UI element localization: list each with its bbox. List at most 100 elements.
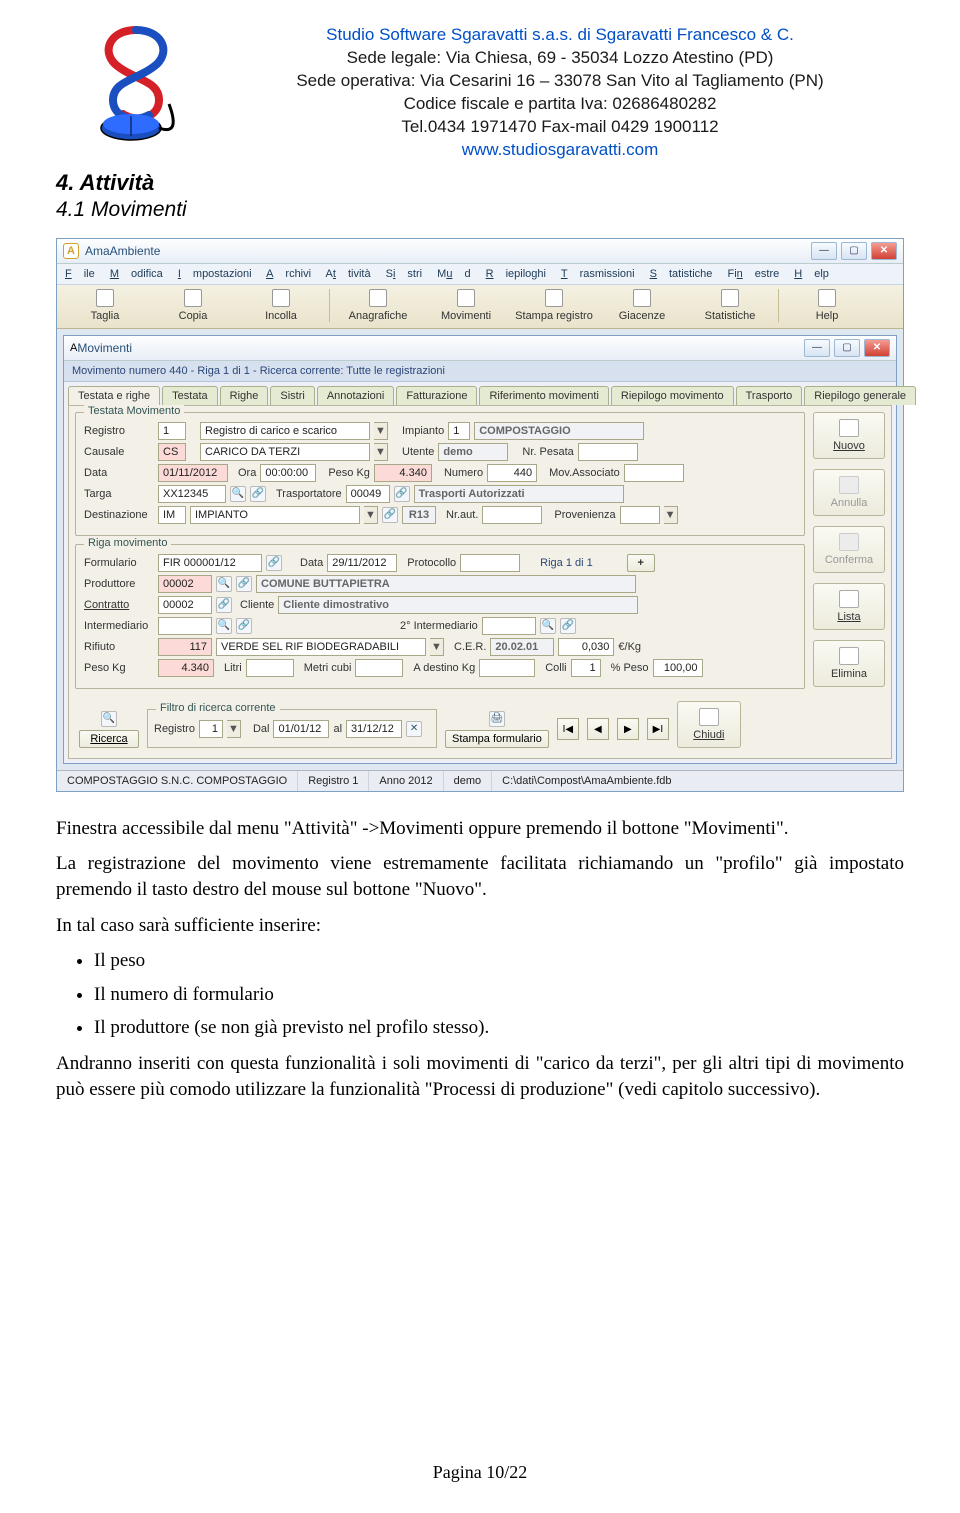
registro-desc-select[interactable]: Registro di carico e scarico <box>200 422 370 440</box>
tab-trasporto[interactable]: Trasporto <box>736 386 803 405</box>
protocollo-input[interactable] <box>460 554 520 572</box>
produttore-input[interactable]: 00002 <box>158 575 212 593</box>
rifiuto-desc-select[interactable]: VERDE SEL RIF BIODEGRADABILI <box>216 638 426 656</box>
tool-stampa-registro[interactable]: Stampa registro <box>510 289 598 322</box>
al-input[interactable]: 31/12/12 <box>346 720 402 738</box>
menu-statistiche[interactable]: Statistiche <box>650 268 713 280</box>
link-icon[interactable]: 🔗 <box>236 618 252 634</box>
dropdown-icon[interactable]: ▼ <box>374 443 388 461</box>
tab-riepilogo-generale[interactable]: Riepilogo generale <box>804 386 916 405</box>
destinazione-desc-select[interactable]: IMPIANTO <box>190 506 360 524</box>
annulla-button[interactable]: Annulla <box>813 469 885 516</box>
stampa-formulario-button[interactable]: Stampa formulario <box>445 730 549 748</box>
lista-button[interactable]: Lista <box>813 583 885 630</box>
data-riga-input[interactable]: 29/11/2012 <box>327 554 397 572</box>
link-icon[interactable]: 🔗 <box>250 486 266 502</box>
tool-help[interactable]: Help <box>783 289 871 322</box>
tab-riepilogo-movimento[interactable]: Riepilogo movimento <box>611 386 734 405</box>
menu-impostazioni[interactable]: Impostazioni <box>178 268 252 280</box>
tool-incolla[interactable]: Incolla <box>237 289 325 322</box>
causale-desc-select[interactable]: CARICO DA TERZI <box>200 443 370 461</box>
tool-taglia[interactable]: Taglia <box>61 289 149 322</box>
prezzo-input[interactable]: 0,030 <box>558 638 614 656</box>
tab-annotazioni[interactable]: Annotazioni <box>317 386 395 405</box>
link-icon[interactable]: 🔗 <box>216 597 232 613</box>
menu-riepiloghi[interactable]: Riepiloghi <box>486 268 546 280</box>
mcubi-input[interactable] <box>355 659 403 677</box>
add-row-button[interactable]: + <box>627 554 655 572</box>
dropdown-icon[interactable]: ▼ <box>664 506 678 524</box>
filtro-reg-input[interactable]: 1 <box>199 720 223 738</box>
link-icon[interactable]: 🔗 <box>382 507 398 523</box>
tool-giacenze[interactable]: Giacenze <box>598 289 686 322</box>
menu-sistri[interactable]: Sistri <box>386 268 422 280</box>
inner-maximize-button[interactable]: ▢ <box>834 339 860 357</box>
rifiuto-input[interactable]: 117 <box>158 638 212 656</box>
minimize-button[interactable]: — <box>811 242 837 260</box>
causale-input[interactable]: CS <box>158 443 186 461</box>
chiudi-button[interactable]: Chiudi <box>677 701 741 748</box>
menu-modifica[interactable]: Modifica <box>110 268 163 280</box>
colli-input[interactable]: 1 <box>571 659 601 677</box>
targa-input[interactable]: XX12345 <box>158 485 226 503</box>
maximize-button[interactable]: ▢ <box>841 242 867 260</box>
dropdown-icon[interactable]: ▼ <box>430 638 444 656</box>
peso-input[interactable]: 4.340 <box>374 464 432 482</box>
link-icon[interactable]: 🔗 <box>394 486 410 502</box>
next-record-button[interactable]: ▶ <box>617 718 639 740</box>
first-record-button[interactable]: I◀ <box>557 718 579 740</box>
trasportatore-input[interactable]: 00049 <box>346 485 390 503</box>
dropdown-icon[interactable]: ▼ <box>364 506 378 524</box>
pesokg-input[interactable]: 4.340 <box>158 659 214 677</box>
last-record-button[interactable]: ▶I <box>647 718 669 740</box>
registro-input[interactable]: 1 <box>158 422 186 440</box>
menu-trasmissioni[interactable]: Trasmissioni <box>561 268 635 280</box>
numero-input[interactable]: 440 <box>487 464 537 482</box>
menu-mud[interactable]: Mud <box>437 268 470 280</box>
tab-testata-righe[interactable]: Testata e righe <box>68 386 160 405</box>
dal-input[interactable]: 01/01/12 <box>273 720 329 738</box>
lookup-icon[interactable]: 🔍 <box>540 618 556 634</box>
contratto-input[interactable]: 00002 <box>158 596 212 614</box>
intermediario2-input[interactable] <box>482 617 536 635</box>
inner-minimize-button[interactable]: — <box>804 339 830 357</box>
menu-help[interactable]: Help <box>794 268 829 280</box>
menu-archivi[interactable]: Archivi <box>266 268 311 280</box>
close-button[interactable]: ✕ <box>871 242 897 260</box>
prev-record-button[interactable]: ◀ <box>587 718 609 740</box>
clear-filter-icon[interactable]: ✕ <box>406 721 422 737</box>
lookup-icon[interactable]: 🔍 <box>216 618 232 634</box>
menu-finestre[interactable]: Finestre <box>727 268 779 280</box>
conferma-button[interactable]: Conferma <box>813 526 885 573</box>
adestino-input[interactable] <box>479 659 535 677</box>
tab-riferimento-movimenti[interactable]: Riferimento movimenti <box>479 386 608 405</box>
pctpeso-input[interactable]: 100,00 <box>653 659 703 677</box>
menu-file[interactable]: File <box>65 268 95 280</box>
tab-testata[interactable]: Testata <box>162 386 217 405</box>
nuovo-button[interactable]: Nuovo <box>813 412 885 459</box>
impianto-input[interactable]: 1 <box>448 422 470 440</box>
menubar[interactable]: File Modifica Impostazioni Archivi Attiv… <box>57 264 903 285</box>
tool-anagrafiche[interactable]: Anagrafiche <box>334 289 422 322</box>
lookup-icon[interactable]: 🔍 <box>216 576 232 592</box>
tool-statistiche[interactable]: Statistiche <box>686 289 774 322</box>
link-icon[interactable]: 🔗 <box>266 555 282 571</box>
nrpesata-input[interactable] <box>578 443 638 461</box>
intermediario-input[interactable] <box>158 617 212 635</box>
destinazione-input[interactable]: IM <box>158 506 186 524</box>
provenienza-input[interactable] <box>620 506 660 524</box>
tab-righe[interactable]: Righe <box>220 386 269 405</box>
tab-fatturazione[interactable]: Fatturazione <box>396 386 477 405</box>
link-icon[interactable]: 🔗 <box>560 618 576 634</box>
tool-copia[interactable]: Copia <box>149 289 237 322</box>
dropdown-icon[interactable]: ▼ <box>374 422 388 440</box>
ora-input[interactable]: 00:00:00 <box>260 464 316 482</box>
data-input[interactable]: 01/11/2012 <box>158 464 228 482</box>
lookup-icon[interactable]: 🔍 <box>230 486 246 502</box>
dropdown-icon[interactable]: ▼ <box>227 720 241 738</box>
nraut-input[interactable] <box>482 506 542 524</box>
inner-close-button[interactable]: ✕ <box>864 339 890 357</box>
menu-attivita[interactable]: Attività <box>326 268 371 280</box>
litri-input[interactable] <box>246 659 294 677</box>
tool-movimenti[interactable]: Movimenti <box>422 289 510 322</box>
